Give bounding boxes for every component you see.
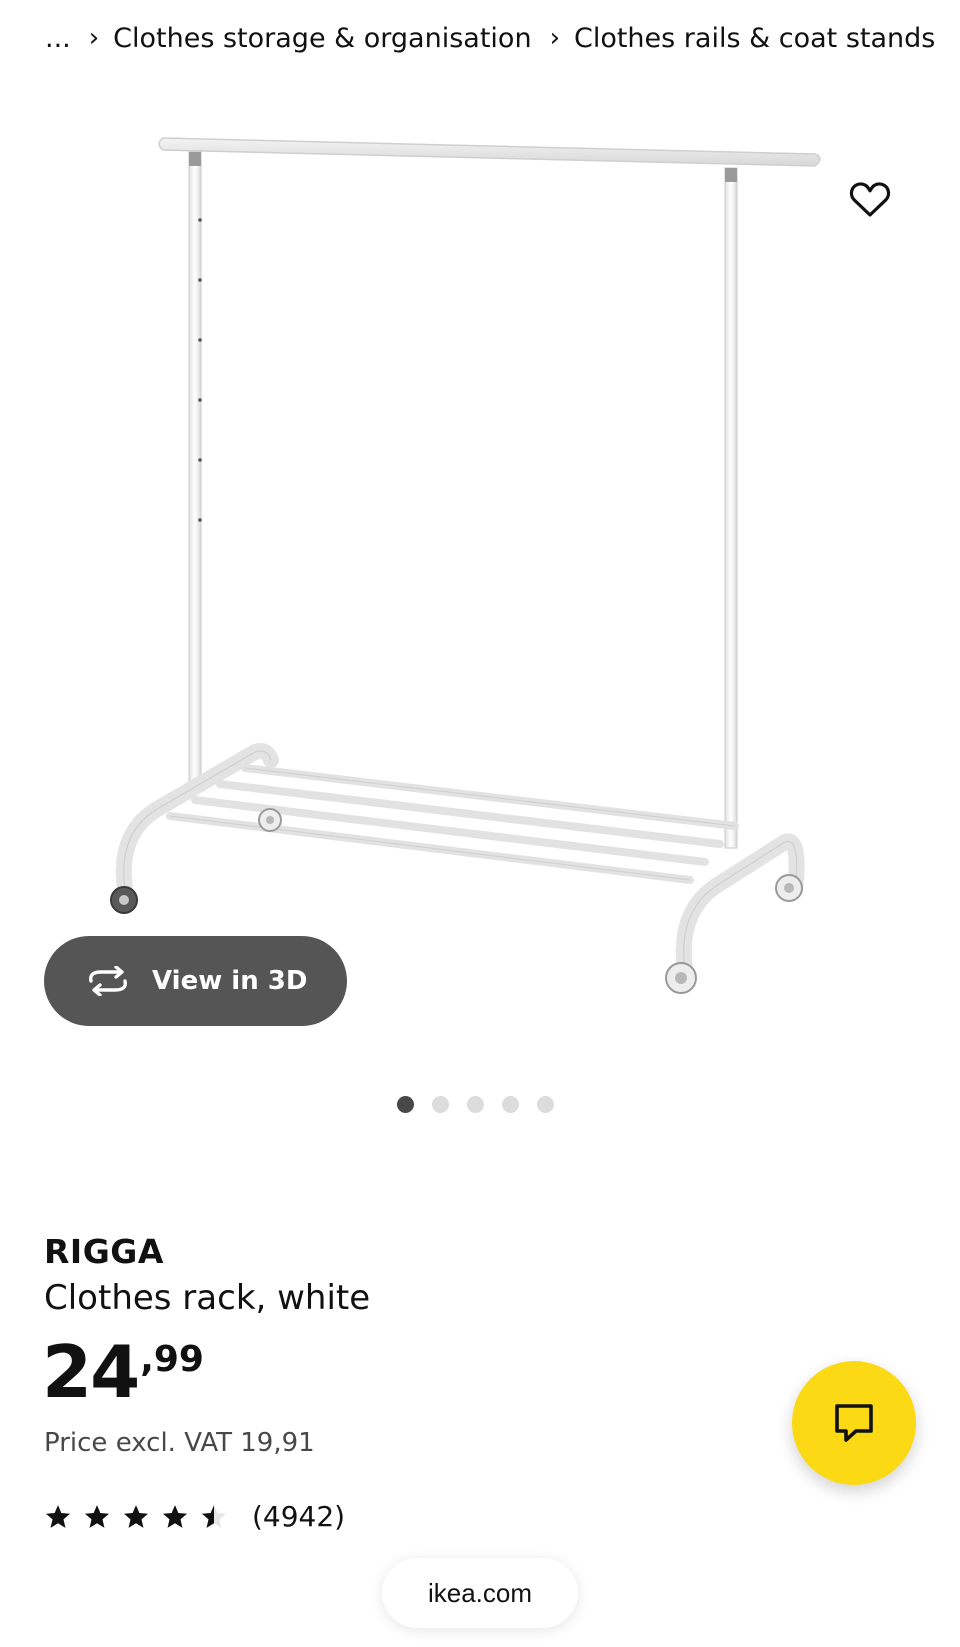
breadcrumb: ... › Clothes storage & organisation › C… (45, 14, 940, 62)
rating-stars (44, 1503, 228, 1531)
price-decimal: ,99 (140, 1339, 204, 1380)
star-icon (84, 1504, 110, 1528)
star-icon (123, 1504, 149, 1528)
breadcrumb-separator: › (88, 23, 100, 53)
product-description: Clothes rack, white (44, 1278, 371, 1318)
rotate-3d-icon (84, 964, 132, 998)
product-rating[interactable]: (4942) (44, 1500, 345, 1533)
carousel-dot-2[interactable] (432, 1096, 449, 1113)
breadcrumb-ellipsis[interactable]: ... (45, 23, 71, 54)
price-integer: 24 (42, 1330, 140, 1414)
browser-url-pill[interactable]: ikea.com (382, 1558, 578, 1628)
carousel-dot-5[interactable] (537, 1096, 554, 1113)
view-in-3d-label: View in 3D (152, 966, 308, 996)
price-excl-vat: Price excl. VAT 19,91 (44, 1428, 315, 1458)
view-in-3d-button[interactable]: View in 3D (44, 936, 347, 1026)
product-name: RIGGA (44, 1232, 164, 1271)
breadcrumb-item-clothes-rails[interactable]: Clothes rails & coat stands (574, 23, 935, 54)
breadcrumb-item-clothes-storage[interactable]: Clothes storage & organisation (113, 23, 531, 54)
star-icon (162, 1504, 188, 1528)
half-star-icon (201, 1504, 227, 1528)
carousel-dot-3[interactable] (467, 1096, 484, 1113)
chat-bubble-icon (835, 1404, 873, 1442)
favorite-button[interactable] (846, 176, 894, 224)
breadcrumb-separator: › (549, 23, 560, 53)
star-icon (45, 1504, 71, 1528)
chat-button[interactable] (792, 1361, 916, 1485)
review-count[interactable]: (4942) (252, 1500, 345, 1533)
carousel-dot-4[interactable] (502, 1096, 519, 1113)
product-price: 24 ,99 (42, 1336, 204, 1408)
heart-icon (849, 182, 891, 217)
image-carousel-dots (397, 1096, 554, 1113)
carousel-dot-1[interactable] (397, 1096, 414, 1113)
